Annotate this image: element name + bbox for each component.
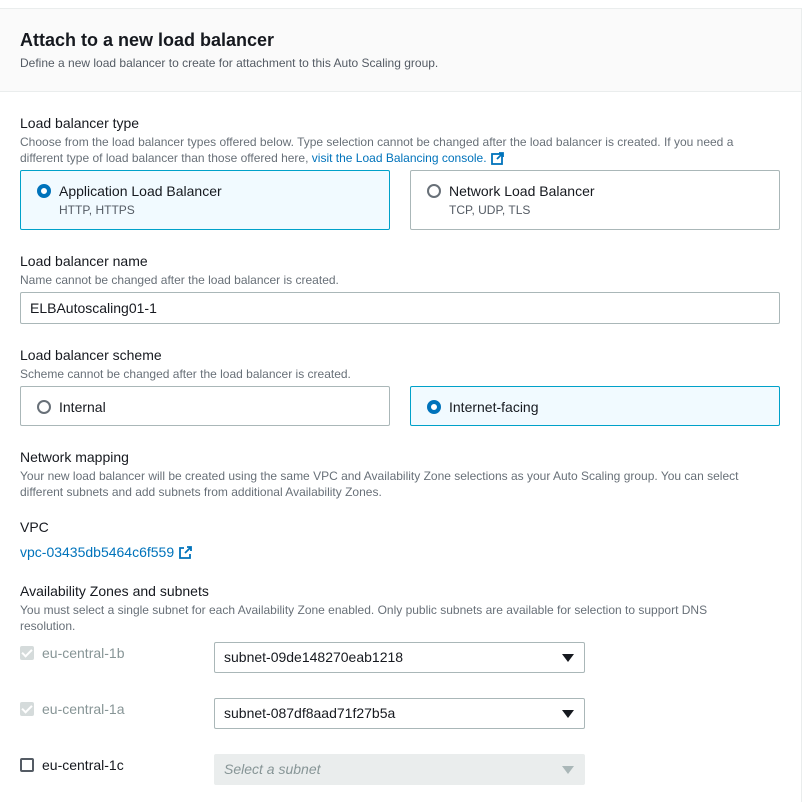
- az-label: eu-central-1a: [42, 701, 125, 717]
- caret-down-icon: [562, 710, 574, 718]
- tile-internet-facing[interactable]: Internet-facing: [410, 386, 780, 426]
- vpc-link[interactable]: vpc-03435db5464c6f559: [20, 544, 174, 560]
- lb-name-label: Load balancer name: [20, 253, 148, 269]
- lb-name-hint: Name cannot be changed after the load ba…: [20, 273, 339, 287]
- tile-network-load-balancer[interactable]: Network Load Balancer TCP, UDP, TLS: [410, 170, 780, 230]
- caret-down-icon: [562, 766, 574, 774]
- subnet-select-eu-central-1a[interactable]: subnet-087df8aad71f27b5a: [214, 698, 585, 729]
- radio-internal[interactable]: [37, 400, 51, 414]
- network-mapping-hint-line2: different subnets and add subnets from a…: [20, 485, 382, 499]
- tile-title: Internet-facing: [449, 399, 539, 415]
- attach-load-balancer-panel: Attach to a new load balancer Define a n…: [0, 8, 802, 802]
- az-subnets-hint-line2: resolution.: [20, 619, 76, 633]
- lb-type-hint: Choose from the load balancer types offe…: [20, 134, 790, 166]
- lb-name-input[interactable]: ELBAutoscaling01-1: [20, 292, 780, 324]
- az-checkbox-eu-central-1c[interactable]: [20, 758, 34, 772]
- az-label: eu-central-1c: [42, 757, 124, 773]
- subnet-value: subnet-09de148270eab1218: [224, 649, 404, 665]
- az-subnets-hint-line1: You must select a single subnet for each…: [20, 603, 708, 617]
- tile-title: Network Load Balancer: [449, 183, 595, 199]
- panel-header: Attach to a new load balancer Define a n…: [0, 9, 801, 92]
- tile-internal[interactable]: Internal: [20, 386, 390, 426]
- vpc-label: VPC: [20, 519, 49, 535]
- radio-network-load-balancer[interactable]: [427, 184, 441, 198]
- lb-scheme-label: Load balancer scheme: [20, 347, 162, 363]
- network-mapping-label: Network mapping: [20, 449, 129, 465]
- external-link-icon[interactable]: [490, 152, 504, 166]
- tile-application-load-balancer[interactable]: Application Load Balancer HTTP, HTTPS: [20, 170, 390, 230]
- tile-subtitle: TCP, UDP, TLS: [449, 203, 531, 217]
- az-subnets-label: Availability Zones and subnets: [20, 583, 209, 599]
- tile-subtitle: HTTP, HTTPS: [59, 203, 135, 217]
- caret-down-icon: [562, 654, 574, 662]
- az-checkbox-eu-central-1b[interactable]: [20, 646, 34, 660]
- tile-title: Application Load Balancer: [59, 183, 222, 199]
- network-mapping-hint-line1: Your new load balancer will be created u…: [20, 469, 739, 483]
- radio-application-load-balancer[interactable]: [37, 184, 51, 198]
- az-subnets-hint: You must select a single subnet for each…: [20, 602, 790, 634]
- lb-console-link[interactable]: visit the Load Balancing console.: [312, 151, 487, 165]
- vpc-value-row: vpc-03435db5464c6f559: [20, 544, 193, 560]
- panel-title: Attach to a new load balancer: [20, 30, 275, 50]
- lb-type-hint-line1: Choose from the load balancer types offe…: [20, 135, 734, 149]
- radio-internet-facing[interactable]: [427, 400, 441, 414]
- lb-type-hint-line2: different type of load balancer than tho…: [20, 151, 309, 165]
- subnet-placeholder: Select a subnet: [224, 761, 321, 777]
- az-checkbox-eu-central-1a[interactable]: [20, 702, 34, 716]
- network-mapping-hint: Your new load balancer will be created u…: [20, 468, 790, 500]
- subnet-select-eu-central-1c[interactable]: Select a subnet: [214, 754, 585, 785]
- panel-description: Define a new load balancer to create for…: [20, 56, 439, 70]
- az-label: eu-central-1b: [42, 645, 125, 661]
- external-link-icon[interactable]: [178, 546, 193, 560]
- subnet-select-eu-central-1b[interactable]: subnet-09de148270eab1218: [214, 642, 585, 673]
- subnet-value: subnet-087df8aad71f27b5a: [224, 705, 396, 721]
- lb-scheme-hint: Scheme cannot be changed after the load …: [20, 367, 351, 381]
- tile-title: Internal: [59, 399, 106, 415]
- lb-type-label: Load balancer type: [20, 115, 140, 131]
